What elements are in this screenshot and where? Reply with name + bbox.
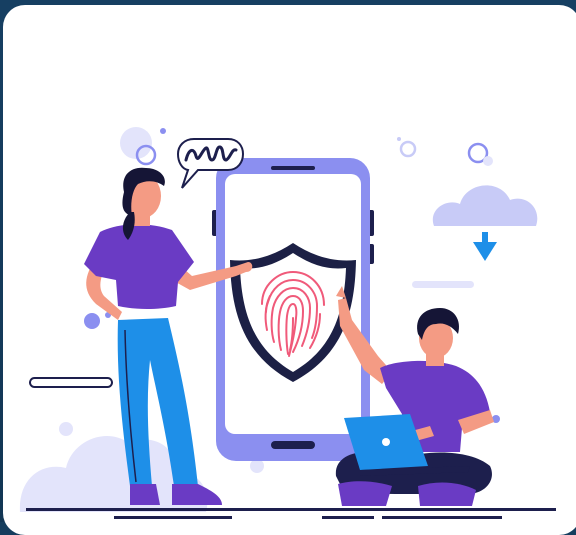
security-illustration: [19, 127, 556, 519]
cloud-download-icon: [432, 185, 538, 261]
ground-line: [26, 508, 556, 519]
